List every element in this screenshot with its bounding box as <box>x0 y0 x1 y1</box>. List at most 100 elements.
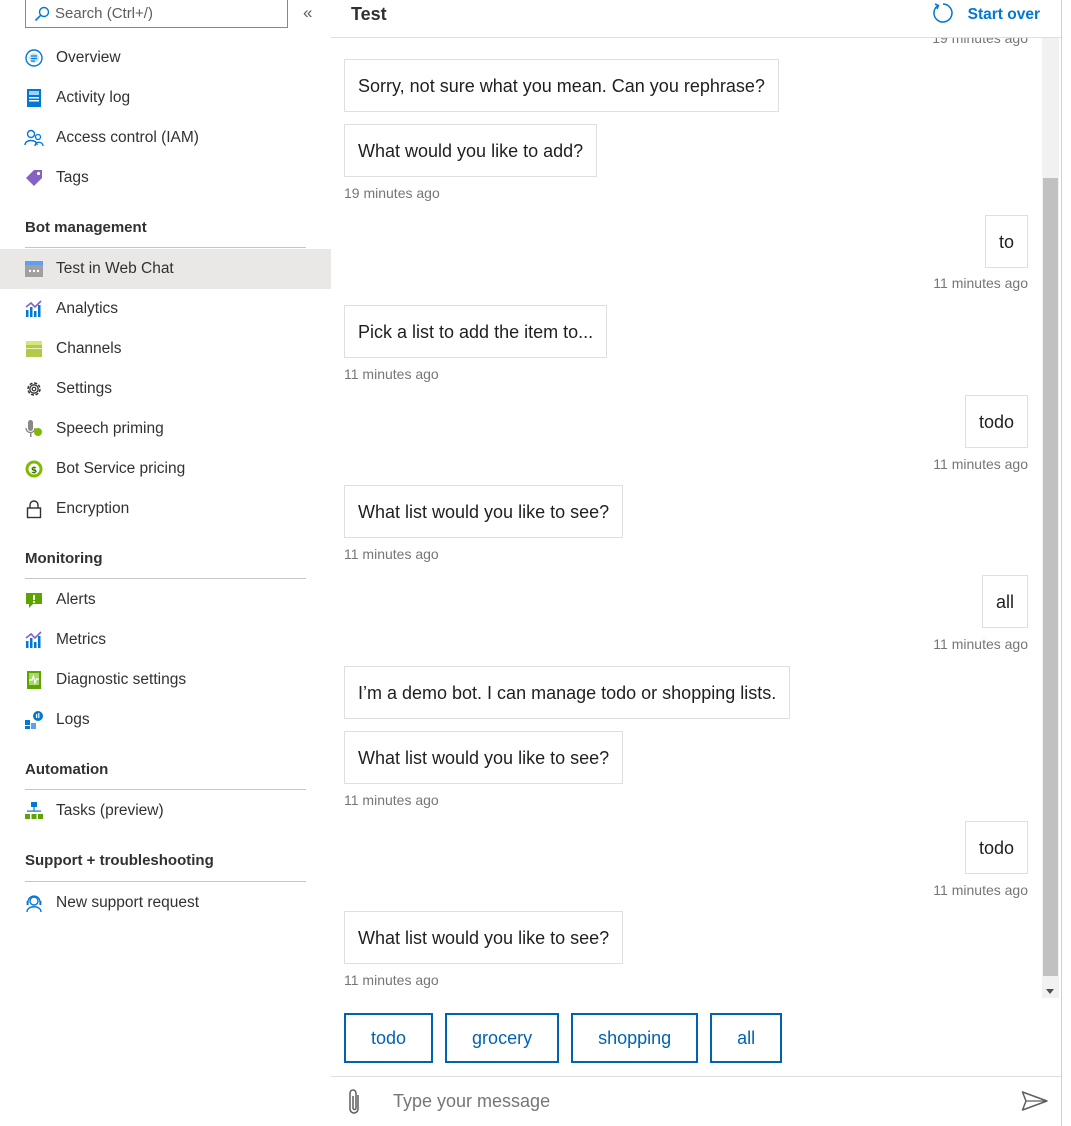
sidebar: « Overview Activity log Access control (… <box>0 0 331 1126</box>
overview-icon <box>24 48 44 68</box>
message-timestamp: 11 minutes ago <box>344 792 439 808</box>
bot-message: What list would you like to see? <box>344 485 624 538</box>
nav-item-label: Tasks (preview) <box>56 802 164 819</box>
suggested-actions: todo grocery shopping all <box>344 1013 783 1063</box>
tasks-icon <box>24 801 44 821</box>
nav-item-label: New support request <box>56 894 200 911</box>
nav-item-label: Test in Web Chat <box>56 260 174 277</box>
section-heading-support: Support + troubleshooting <box>25 852 214 869</box>
nav-item-label: Diagnostic settings <box>56 671 187 688</box>
send-button[interactable] <box>1021 1090 1049 1117</box>
channels-icon <box>24 339 44 359</box>
nav-item-overview[interactable]: Overview <box>0 38 331 78</box>
collapse-sidebar-button[interactable]: « <box>303 4 321 22</box>
user-message: to <box>984 215 1028 268</box>
search-icon <box>34 6 50 21</box>
send-icon <box>1021 1091 1048 1111</box>
message-timestamp: 11 minutes ago <box>344 546 439 562</box>
nav-item-tags[interactable]: Tags <box>0 158 331 198</box>
bot-message: What list would you like to see? <box>344 731 624 784</box>
section-heading-monitoring: Monitoring <box>25 550 103 567</box>
chat-transcript: 19 minutes ago Sorry, not sure what you … <box>331 38 1043 998</box>
message-timestamp: 11 minutes ago <box>933 456 1028 472</box>
message-timestamp: 11 minutes ago <box>933 636 1028 652</box>
suggested-action-grocery[interactable]: grocery <box>445 1013 560 1063</box>
nav-item-label: Access control (IAM) <box>56 129 199 146</box>
nav-item-bot-service-pricing[interactable]: $ Bot Service pricing <box>0 449 331 489</box>
message-timestamp: 11 minutes ago <box>933 882 1028 898</box>
nav-item-speech-priming[interactable]: Speech priming <box>0 409 331 449</box>
suggested-action-todo[interactable]: todo <box>344 1013 434 1063</box>
search-box[interactable] <box>25 0 288 28</box>
nav-item-encryption[interactable]: Encryption <box>0 489 331 529</box>
activity-log-icon <box>24 88 44 108</box>
search-input[interactable] <box>55 5 275 22</box>
analytics-icon <box>24 299 44 319</box>
message-input[interactable] <box>393 1091 973 1112</box>
bot-message: Sorry, not sure what you mean. Can you r… <box>344 59 779 112</box>
nav-item-access-control[interactable]: Access control (IAM) <box>0 118 331 158</box>
support-icon <box>24 893 44 913</box>
section-heading-bot-management: Bot management <box>25 219 147 236</box>
nav-item-settings[interactable]: Settings <box>0 369 331 409</box>
scrollbar-thumb[interactable] <box>1043 178 1058 976</box>
divider <box>25 881 306 882</box>
lock-icon <box>24 499 44 519</box>
message-timestamp: 11 minutes ago <box>344 366 439 382</box>
nav-item-label: Encryption <box>56 500 130 517</box>
nav-item-activity-log[interactable]: Activity log <box>0 78 331 118</box>
microphone-icon <box>24 419 44 439</box>
message-timestamp: 19 minutes ago <box>932 38 1028 46</box>
message-timestamp: 19 minutes ago <box>344 185 440 201</box>
user-message: todo <box>964 395 1028 448</box>
suggested-action-all[interactable]: all <box>710 1013 783 1063</box>
bot-message: Pick a list to add the item to... <box>344 305 608 358</box>
nav-item-tasks[interactable]: Tasks (preview) <box>0 791 331 831</box>
nav-item-label: Settings <box>56 380 113 397</box>
access-control-icon <box>24 128 44 148</box>
web-chat-panel: Test Start over 19 minutes ago Sorry, no… <box>331 0 1062 1126</box>
alert-icon <box>24 590 44 610</box>
message-timestamp: 11 minutes ago <box>344 972 439 988</box>
nav-item-label: Speech priming <box>56 420 164 437</box>
divider <box>25 789 306 790</box>
nav-item-label: Metrics <box>56 631 106 648</box>
refresh-icon <box>932 3 953 23</box>
gear-icon <box>24 379 44 399</box>
scroll-down-arrow-icon[interactable] <box>1046 989 1054 994</box>
user-message: all <box>981 575 1028 628</box>
nav-item-label: Logs <box>56 711 90 728</box>
user-message: todo <box>964 821 1028 874</box>
nav-item-test-in-web-chat[interactable]: Test in Web Chat <box>0 249 331 289</box>
nav-item-diagnostic-settings[interactable]: Diagnostic settings <box>0 660 331 700</box>
nav-item-label: Overview <box>56 49 121 66</box>
nav-item-channels[interactable]: Channels <box>0 329 331 369</box>
nav-item-alerts[interactable]: Alerts <box>0 580 331 620</box>
diagnostic-icon <box>24 670 44 690</box>
chat-title: Test <box>351 4 387 24</box>
start-over-button[interactable]: Start over <box>932 2 1040 24</box>
web-chat-icon <box>24 259 44 279</box>
nav-item-label: Channels <box>56 340 122 357</box>
message-composer <box>331 1076 1062 1126</box>
bot-message: What list would you like to see? <box>344 911 624 964</box>
message-timestamp: 11 minutes ago <box>933 275 1028 291</box>
logs-icon <box>24 710 44 730</box>
divider <box>25 578 306 579</box>
transcript-scrollbar[interactable] <box>1042 38 1059 998</box>
chat-header: Test Start over <box>331 0 1062 38</box>
nav-item-logs[interactable]: Logs <box>0 700 331 740</box>
suggested-action-shopping[interactable]: shopping <box>571 1013 699 1063</box>
nav-item-metrics[interactable]: Metrics <box>0 620 331 660</box>
bot-message: I’m a demo bot. I can manage todo or sho… <box>344 666 791 719</box>
attach-button[interactable] <box>345 1087 365 1122</box>
paperclip-icon <box>349 1089 359 1114</box>
metrics-icon <box>24 630 44 650</box>
nav-item-label: Activity log <box>56 89 131 106</box>
nav-item-label: Tags <box>56 169 89 186</box>
nav-item-analytics[interactable]: Analytics <box>0 289 331 329</box>
nav-item-new-support-request[interactable]: New support request <box>0 883 331 923</box>
section-heading-automation: Automation <box>25 761 109 778</box>
divider <box>25 247 306 248</box>
pricing-icon: $ <box>24 459 44 479</box>
